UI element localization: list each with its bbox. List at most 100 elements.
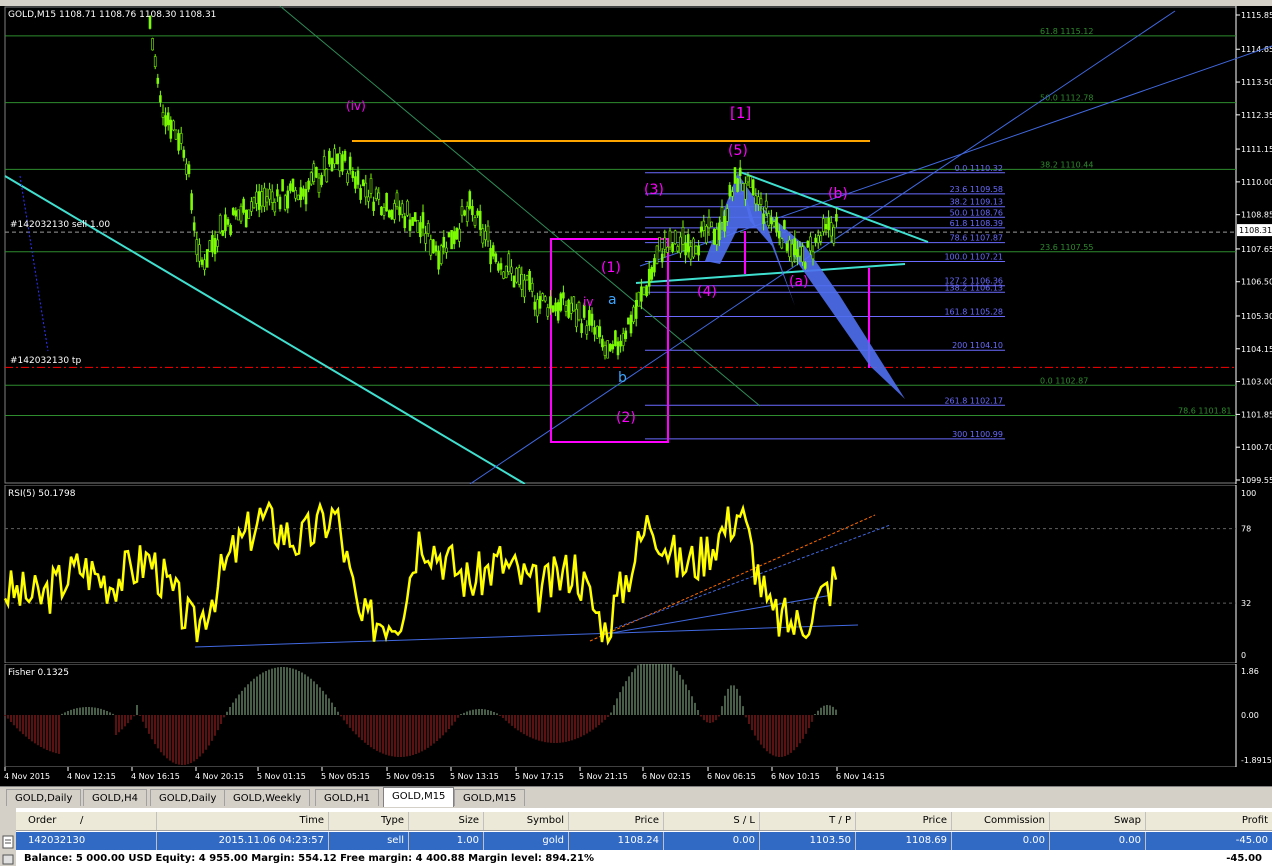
cyan-neckline [635,263,906,284]
fib-green-label: 78.6 1101.81 [1178,407,1231,416]
candle-body [195,239,199,256]
candle-body [382,207,386,216]
candle-body [671,243,674,252]
wave-label-w4: (4) [697,284,717,300]
price-tick-label: 1100.70 [1241,443,1272,452]
column-header[interactable]: Swap [1049,812,1145,830]
column-header[interactable]: Profit [1145,812,1272,830]
candle-body [385,192,388,212]
chart-tab[interactable]: GOLD,Weekly [224,789,311,806]
candle-body [679,236,682,254]
candle-body [478,210,482,230]
chart-tab[interactable]: GOLD,Daily [6,789,82,806]
candle-body [242,198,245,213]
terminal-panel: Order / Time Type Size Symbol Price S / LT / PP… [0,808,1272,866]
candle-body [224,214,227,232]
candle-body [608,343,612,352]
candle-body [538,296,542,309]
balance-text: Balance: 5 000.00 USD Equity: 4 955.00 M… [24,853,594,864]
price-tick-label: 1105.30 [1241,312,1272,321]
candle-body [273,202,277,213]
order-row[interactable]: 142032130 2015.11.06 04:23:57 sell 1.00 gold… [16,832,1272,850]
wave-label-wa: (a) [789,274,809,290]
time-tick-label: 6 Nov 14:15 [836,772,885,781]
candle-body [689,246,693,260]
candle-body [390,209,394,220]
candle-body [601,338,604,348]
candle-body [455,227,459,240]
candle-body [231,208,235,215]
time-tick-label: 5 Nov 13:15 [450,772,499,781]
candle-body [725,208,729,222]
candle-body [536,299,539,317]
candle-body [751,179,755,196]
chart-tab[interactable]: GOLD,M15 [454,789,526,806]
candle-body [744,183,747,200]
candle-body [624,330,628,339]
column-header[interactable]: S / L [663,812,759,830]
chart-tab[interactable]: GOLD,H4 [83,789,147,806]
column-header[interactable]: Price [568,812,663,830]
chart-tab[interactable]: GOLD,Daily [150,789,226,806]
fisher-chart[interactable]: 1.86 0.00 -1.8915 [0,664,1272,767]
balance-row: Balance: 5 000.00 USD Equity: 4 955.00 M… [16,852,1272,866]
candle-body [642,286,646,295]
candle-body [283,195,287,210]
candle-body [775,216,778,232]
candle-body [239,205,243,222]
candle-body [343,151,347,161]
candle-body [686,234,690,253]
candle-body [471,206,474,216]
column-header[interactable]: Price [855,812,951,830]
fisher-panel[interactable]: 1.86 0.00 -1.8915 Fisher 0.1325 [0,664,1272,767]
candle-body [780,238,784,249]
order-cell: 2015.11.06 04:23:57 [156,832,328,850]
candle-body [291,178,295,192]
price-chart[interactable]: 1115.85 1114.65 1113.50 1112.35 1111.15 1110.… [0,6,1272,484]
candle-body [523,279,526,298]
column-header[interactable]: Type [328,812,408,830]
rsi-panel[interactable]: 100 78 32 0 RSI(5) 50.1798 [0,485,1272,663]
price-tick-label: 1099.55 [1241,476,1272,484]
candle-body [476,210,479,216]
candle-body [790,243,794,263]
candle-body [632,306,635,323]
column-header[interactable]: Symbol [483,812,568,830]
candle-body [299,187,303,200]
order-line-label: #142032130 sell 1.00 [10,220,111,230]
candle-body [702,220,706,231]
candle-body [395,192,399,208]
column-header[interactable]: Commission [951,812,1049,830]
column-header[interactable]: Time [156,812,328,830]
candle-body [731,191,734,197]
order-cell: 1103.50 [759,832,855,850]
wave-label-a: a [608,292,617,308]
candle-body [504,265,508,278]
price-tick-label: 1111.15 [1241,145,1272,154]
column-header[interactable]: Size [408,812,483,830]
chart-tab[interactable]: GOLD,H1 [315,789,379,806]
order-cell: 1.00 [408,832,483,850]
chart-tab[interactable]: GOLD,M15 [383,787,455,807]
candle-body [684,243,687,256]
candle-body [268,188,271,200]
rsi-chart[interactable]: 100 78 32 0 [0,485,1272,663]
price-tick-label: 1115.85 [1241,11,1272,20]
price-tick-label: 1108.85 [1241,211,1272,220]
column-header[interactable]: T / P [759,812,855,830]
candle-body [606,340,609,359]
rsi-level-label: 0 [1241,651,1246,660]
candle-body [164,115,167,127]
candle-body [250,201,253,212]
candle-body [491,245,495,257]
candle-body [486,225,490,242]
candle-body [367,196,370,202]
candle-body [497,263,500,271]
column-header[interactable]: / [76,812,96,830]
candle-body [302,188,305,197]
candle-body [746,175,750,183]
candle-body [681,227,685,245]
candle-body [369,178,373,194]
wave-label-b: b [618,370,627,386]
price-chart-panel[interactable]: 1115.85 1114.65 1113.50 1112.35 1111.15 1110.… [0,6,1272,484]
